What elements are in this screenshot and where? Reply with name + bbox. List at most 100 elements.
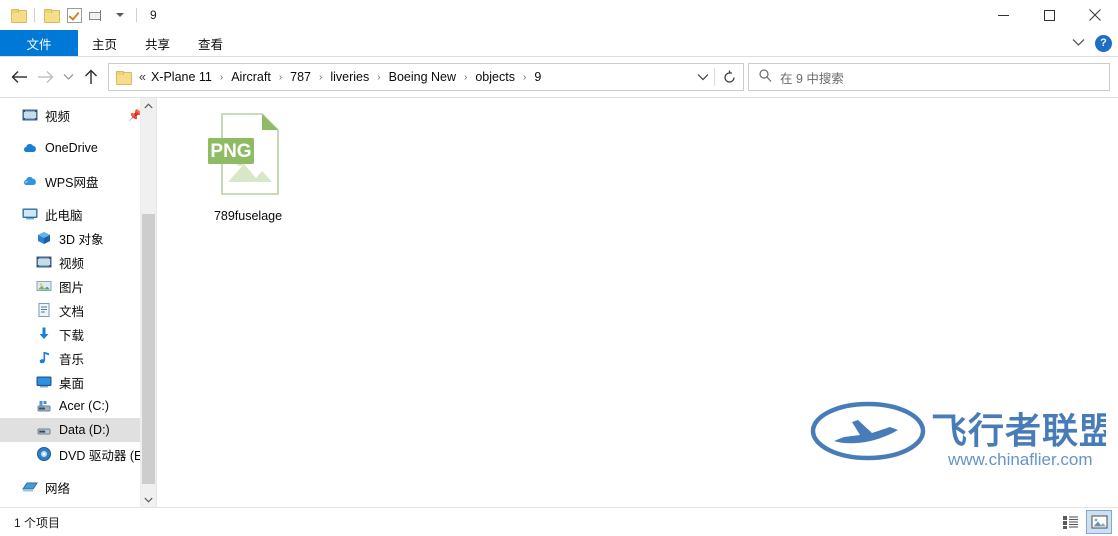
breadcrumb-item-2[interactable]: 787 <box>288 70 313 84</box>
sidebar-item-label: 文档 <box>59 304 85 319</box>
recent-locations-icon[interactable] <box>58 63 78 91</box>
sidebar-item-3d-objects[interactable]: 3D 对象 <box>0 226 156 250</box>
breadcrumb-separator[interactable]: › <box>458 72 473 83</box>
list-item[interactable]: PNG 789fuselage <box>193 106 303 223</box>
properties-icon[interactable] <box>87 4 107 26</box>
network-icon <box>22 479 38 495</box>
sidebar-item-label: 桌面 <box>59 376 85 391</box>
sidebar-item-acer-c[interactable]: Acer (C:) <box>0 394 156 418</box>
ribbon-tabs: 文件 主页 共享 查看 ? <box>0 30 1118 56</box>
breadcrumb-separator[interactable]: › <box>313 72 328 83</box>
address-input[interactable]: « X-Plane 11 › Aircraft › 787 › liveries… <box>108 63 744 91</box>
onedrive-cloud-icon <box>22 140 38 156</box>
drive-icon <box>36 422 52 438</box>
chevron-down-icon[interactable] <box>1072 36 1085 50</box>
search-icon <box>759 69 772 85</box>
video-icon <box>36 254 52 270</box>
3d-objects-icon <box>36 230 52 246</box>
svg-text:PNG: PNG <box>210 141 251 162</box>
title-bar: 9 <box>0 0 1118 30</box>
sidebar-item-videos[interactable]: 视频 <box>0 250 156 274</box>
breadcrumb-separator[interactable]: › <box>517 72 532 83</box>
breadcrumb-overflow[interactable]: « <box>137 70 149 84</box>
refresh-icon[interactable] <box>715 70 743 85</box>
drive-icon <box>36 398 52 414</box>
quick-access-toolbar: 9 <box>0 0 157 30</box>
sidebar-item-network[interactable]: 网络 <box>0 475 156 499</box>
folder-icon <box>116 71 132 85</box>
tab-home[interactable]: 主页 <box>78 30 131 56</box>
sidebar-item-onedrive[interactable]: OneDrive <box>0 136 156 160</box>
close-button[interactable] <box>1072 0 1118 30</box>
large-icons-view-icon[interactable] <box>1086 510 1112 534</box>
tab-share[interactable]: 共享 <box>131 30 184 56</box>
tab-view[interactable]: 查看 <box>184 30 237 56</box>
sidebar-item-label: OneDrive <box>45 141 98 155</box>
breadcrumb: « X-Plane 11 › Aircraft › 787 › liveries… <box>137 70 692 84</box>
tab-file-label: 文件 <box>26 37 52 52</box>
details-view-icon[interactable] <box>1058 511 1082 533</box>
music-icon <box>36 350 52 366</box>
breadcrumb-item-0[interactable]: X-Plane 11 <box>149 70 214 84</box>
downloads-icon <box>36 326 52 342</box>
search-input[interactable]: 在 9 中搜索 <box>780 68 844 87</box>
navigation-list: 视频 📌 OneDrive WPS网盘 此电脑 3D 对象 视频 图片 文档 下… <box>0 98 156 499</box>
video-icon <box>22 107 38 123</box>
breadcrumb-item-4[interactable]: Boeing New <box>387 70 458 84</box>
arrow-left-icon[interactable] <box>6 63 32 91</box>
minimize-button[interactable] <box>980 0 1026 30</box>
toolbar-divider-2 <box>136 8 137 22</box>
breadcrumb-separator[interactable]: › <box>371 72 386 83</box>
sidebar-item-documents[interactable]: 文档 <box>0 298 156 322</box>
breadcrumb-item-6[interactable]: 9 <box>532 70 543 84</box>
tab-view-label: 查看 <box>198 37 224 52</box>
sidebar-item-label: 图片 <box>59 280 85 295</box>
chevron-down-icon[interactable] <box>692 73 714 81</box>
breadcrumb-separator[interactable]: › <box>273 72 288 83</box>
sidebar-item-desktop[interactable]: 桌面 <box>0 370 156 394</box>
breadcrumb-item-5[interactable]: objects <box>473 70 517 84</box>
wps-cloud-icon <box>22 173 38 189</box>
file-list-view[interactable]: PNG 789fuselage <box>157 98 1118 507</box>
sidebar-item-videos-quick[interactable]: 视频 📌 <box>0 103 156 127</box>
tab-share-label: 共享 <box>145 37 171 52</box>
maximize-button[interactable] <box>1026 0 1072 30</box>
sidebar-item-data-d[interactable]: Data (D:) <box>0 418 156 442</box>
help-icon[interactable]: ? <box>1095 34 1112 52</box>
tab-home-label: 主页 <box>92 37 118 52</box>
arrow-up-icon[interactable] <box>78 63 104 91</box>
documents-icon <box>36 302 52 318</box>
sidebar-item-downloads[interactable]: 下载 <box>0 322 156 346</box>
tab-file[interactable]: 文件 <box>0 30 78 56</box>
folder-icon[interactable] <box>8 4 28 26</box>
scrollbar-thumb[interactable] <box>142 214 155 484</box>
file-explorer-window: 9 文件 主页 共享 查看 ? « X-Plane 11 › Aircraft … <box>0 0 1118 536</box>
sidebar-item-label: Acer (C:) <box>59 399 109 413</box>
sidebar-item-label: 网络 <box>45 481 71 496</box>
folder-properties-icon[interactable] <box>41 4 61 26</box>
chevron-down-icon[interactable] <box>110 4 130 26</box>
sidebar-item-pictures[interactable]: 图片 <box>0 274 156 298</box>
checkbox-icon[interactable] <box>64 4 84 26</box>
breadcrumb-item-1[interactable]: Aircraft <box>229 70 273 84</box>
breadcrumb-item-3[interactable]: liveries <box>328 70 371 84</box>
sidebar-item-wps-cloud[interactable]: WPS网盘 <box>0 169 156 193</box>
sidebar-item-this-pc[interactable]: 此电脑 <box>0 202 156 226</box>
sidebar-item-label: 此电脑 <box>45 208 83 223</box>
search-box[interactable]: 在 9 中搜索 <box>748 63 1110 91</box>
window-controls <box>980 0 1118 30</box>
sidebar-scrollbar[interactable] <box>140 98 156 507</box>
chevron-down-icon[interactable] <box>141 492 156 507</box>
sidebar-item-dvd-drive-e[interactable]: DVD 驱动器 (E:) XI <box>0 442 156 466</box>
breadcrumb-separator[interactable]: › <box>214 72 229 83</box>
arrow-right-icon[interactable] <box>32 63 58 91</box>
address-bar: « X-Plane 11 › Aircraft › 787 › liveries… <box>0 57 1118 97</box>
chevron-up-icon[interactable] <box>141 98 156 113</box>
sidebar-item-music[interactable]: 音乐 <box>0 346 156 370</box>
status-bar: 1 个项目 <box>0 507 1118 536</box>
view-toggle-group <box>1058 510 1112 534</box>
